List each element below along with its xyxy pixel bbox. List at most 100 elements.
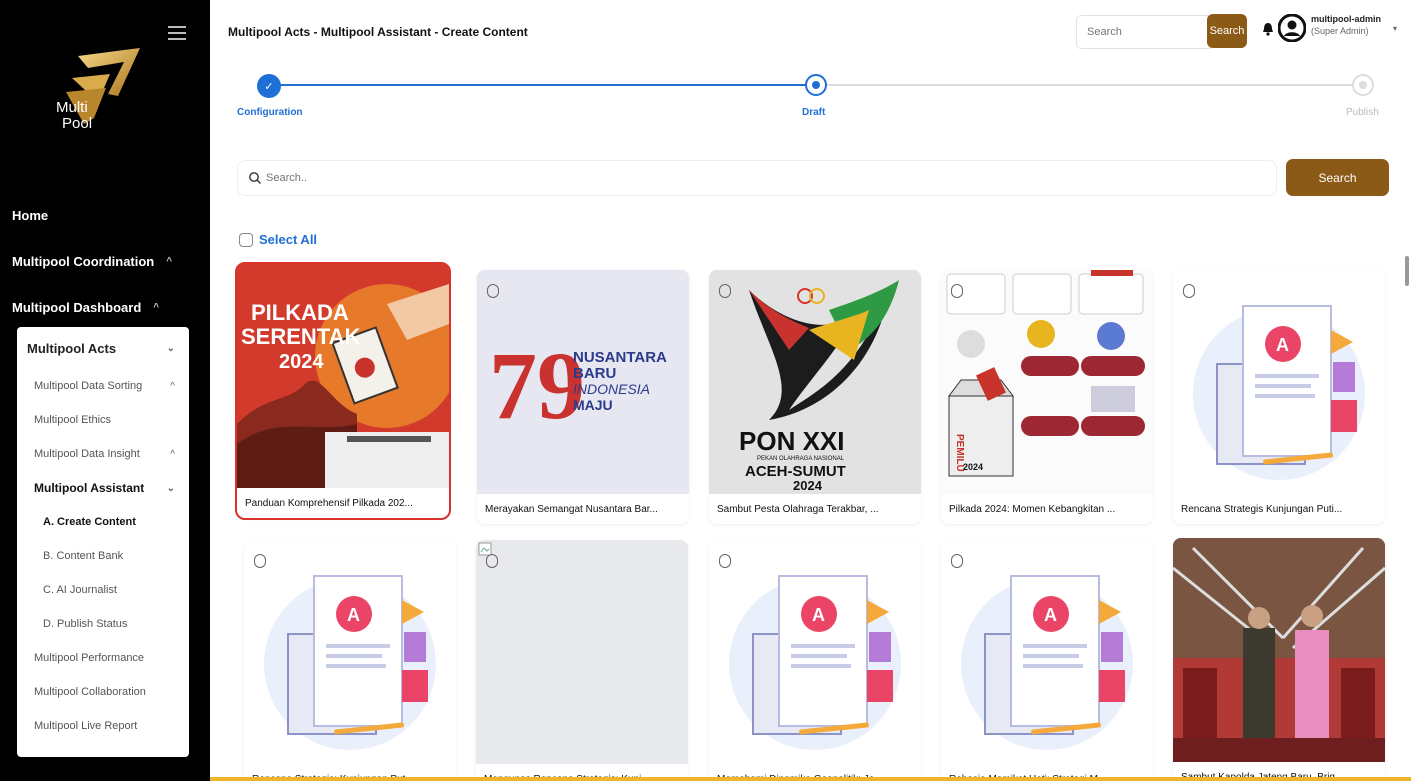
multipool-acts-panel: Multipool Acts ⌄ Multipool Data Sorting ^ … [17,327,189,757]
nav-multipool-acts[interactable]: Multipool Acts ⌄ [17,327,189,369]
stepper-progress [268,84,816,86]
nav-data-sorting[interactable]: Multipool Data Sorting ^ [17,369,189,403]
svg-text:79: 79 [489,332,585,439]
card-thumbnail: PEMILU 2024 [941,270,1153,494]
nav-data-insight[interactable]: Multipool Data Insight ^ [17,437,189,471]
nav-multipool-dashboard[interactable]: Multipool Dashboard ^ [0,284,210,330]
bell-icon[interactable] [1262,22,1274,36]
nav-content-bank[interactable]: B. Content Bank [17,539,189,573]
card-checkbox[interactable] [951,554,963,568]
content-card[interactable]: Sambut Kapolda Jateng Baru, Brig... [1173,538,1385,781]
ceremony-photo [1173,538,1385,762]
nav-ai-journalist[interactable]: C. AI Journalist [17,573,189,607]
card-thumbnail: A [244,540,456,764]
select-all-checkbox[interactable] [239,232,253,247]
select-all-toggle[interactable]: Select All [239,232,317,247]
svg-text:INDONESIA: INDONESIA [573,381,650,397]
step-publish-dot[interactable] [1352,74,1374,96]
card-thumbnail: A [941,540,1153,764]
nav-ethics[interactable]: Multipool Ethics [17,403,189,437]
card-caption: Merayakan Semangat Nusantara Bar... [485,504,658,515]
content-card[interactable]: PON XXI PEKAN OLAHRAGA NASIONAL ACEH-SUM… [709,270,921,524]
card-caption: Panduan Komprehensif Pilkada 202... [245,498,413,509]
content-card[interactable]: A Rahasia Memikat Hati: Strategi M... [941,540,1153,781]
nav-label: Multipool Dashboard [12,299,142,315]
document-illustration: A [264,575,436,750]
chevron-up-icon: ^ [170,448,175,460]
svg-text:A: A [812,605,825,625]
card-checkbox[interactable] [951,284,963,298]
header-search-input[interactable] [1076,15,1214,49]
nav-label: Multipool Assistant [34,481,145,495]
nav-home[interactable]: Home [0,192,210,238]
svg-text:BARU: BARU [573,365,616,382]
svg-text:Pool: Pool [62,115,92,132]
content-search-bar [237,160,1277,196]
card-checkbox[interactable] [486,554,498,568]
top-bar: Multipool Acts - Multipool Assistant - C… [210,0,1411,62]
svg-text:2024: 2024 [279,351,324,373]
pon-illustration: PON XXI PEKAN OLAHRAGA NASIONAL ACEH-SUM… [709,270,921,494]
user-role: (Super Admin) [1311,26,1369,36]
chevron-down-icon: ⌄ [166,482,175,494]
chevron-down-icon[interactable]: ▾ [1393,24,1397,33]
card-caption: Sambut Pesta Olahraga Terakbar, ... [717,504,879,515]
header-search-button[interactable]: Search [1207,14,1247,48]
content-card[interactable]: A Rencana Strategis: Kunjungan Put... [244,540,456,781]
nav-label: Multipool Live Report [34,720,138,732]
pilkada-illustration: PILKADA SERENTAK 2024 [237,264,449,488]
nav-live-report[interactable]: Multipool Live Report [17,709,189,743]
scroll-handle[interactable] [1403,256,1411,286]
svg-text:2024: 2024 [793,478,823,493]
user-name[interactable]: multipool-admin [1311,14,1381,24]
card-thumbnail: A [709,540,921,764]
svg-text:PEKAN OLAHRAGA NASIONAL: PEKAN OLAHRAGA NASIONAL [757,456,845,462]
main-nav: Home Multipool Coordination ^ Multipool D… [0,192,210,330]
content-card[interactable]: 79 NUSANTARA BARU INDONESIA MAJU Merayak… [477,270,689,524]
card-checkbox[interactable] [487,284,499,298]
content-card[interactable]: PILKADA SERENTAK 2024 Panduan Komprehens… [235,262,451,520]
nav-assistant[interactable]: Multipool Assistant ⌄ [17,471,189,505]
card-checkbox[interactable] [1183,284,1195,298]
document-illustration: A [1193,305,1365,480]
search-icon [249,172,261,184]
step-label-draft: Draft [802,107,826,118]
step-draft-dot[interactable] [805,74,827,96]
nav-label: Multipool Coordination [12,253,155,269]
content-card[interactable]: A Memahami Dinamika Geopolitik: Je... [709,540,921,781]
menu-toggle-icon[interactable] [168,26,186,40]
content-search-button[interactable]: Search [1286,159,1389,196]
page-title: Multipool Acts - Multipool Assistant - C… [228,25,528,39]
step-label-configuration: Configuration [237,107,303,118]
svg-text:A: A [347,605,360,625]
select-all-label: Select All [259,232,318,247]
sidebar: Multi Pool Home Multipool Coordination ^ … [0,0,210,781]
card-checkbox[interactable] [719,554,731,568]
card-checkbox[interactable] [719,284,731,298]
content-card[interactable]: Mengupas Rencana Strategis: Kunj... [476,540,688,781]
svg-text:Multi: Multi [56,99,88,116]
chevron-up-icon: ^ [170,380,175,392]
nav-label: Multipool Acts [27,340,117,356]
card-caption: Pilkada 2024: Momen Kebangkitan ... [949,504,1116,515]
content-card[interactable]: A Rencana Strategis Kunjungan Puti... [1173,270,1385,524]
card-thumbnail: A [1173,270,1385,494]
nav-performance[interactable]: Multipool Performance [17,641,189,675]
svg-text:MAJU: MAJU [573,397,613,413]
content-card[interactable]: PEMILU 2024 Pilkada 2024: Momen Kebangki… [941,270,1153,524]
bottom-accent-bar [210,777,1411,781]
nav-label: Home [12,207,49,223]
card-checkbox[interactable] [254,554,266,568]
nav-label: Multipool Performance [34,652,145,664]
nav-multipool-coordination[interactable]: Multipool Coordination ^ [0,238,210,284]
user-avatar-icon[interactable] [1278,14,1306,42]
step-configuration-check-icon[interactable]: ✓ [257,74,281,98]
card-thumbnail: PON XXI PEKAN OLAHRAGA NASIONAL ACEH-SUM… [709,270,921,494]
svg-text:A: A [1276,335,1289,355]
nav-create-content[interactable]: A. Create Content [17,505,189,539]
nav-publish-status[interactable]: D. Publish Status [17,607,189,641]
nav-collaboration[interactable]: Multipool Collaboration [17,675,189,709]
chevron-up-icon: ^ [153,301,160,313]
svg-text:2024: 2024 [963,462,983,472]
content-search-input[interactable] [266,172,1166,184]
